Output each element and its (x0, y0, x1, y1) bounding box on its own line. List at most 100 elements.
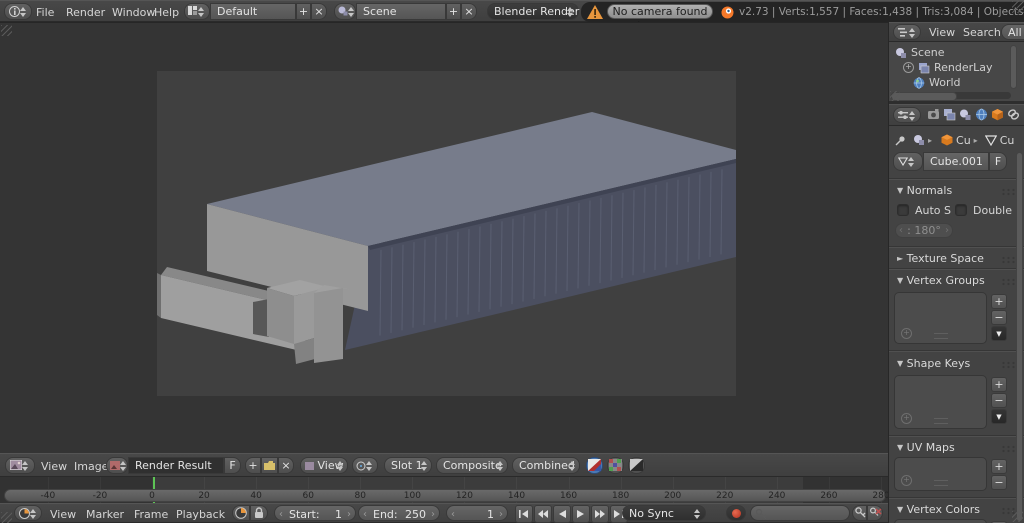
scene-selector-button[interactable] (334, 3, 356, 20)
decrement-arrow[interactable]: ‹ (363, 507, 367, 522)
editor-type-button-image[interactable] (5, 457, 35, 474)
pass-dropdown[interactable]: Combined (512, 457, 580, 474)
screen-layout-button[interactable] (184, 3, 210, 20)
insert-keyframe-button[interactable] (852, 505, 867, 521)
object-cube-icon[interactable] (941, 134, 953, 146)
add-shape-key-button[interactable]: + (991, 377, 1007, 392)
prev-keyframe-button[interactable] (534, 505, 552, 523)
tab-object-icon[interactable] (991, 108, 1004, 121)
breadcrumb-data-label[interactable]: Cu (1000, 134, 1015, 147)
jump-start-button[interactable] (515, 505, 533, 523)
list-resize-grip[interactable] (933, 333, 948, 339)
new-image-button[interactable]: + (245, 457, 261, 474)
draw-alpha-toggle[interactable] (607, 457, 624, 474)
add-screen-button[interactable]: + (296, 3, 311, 20)
add-vertex-group-button[interactable]: + (991, 294, 1007, 309)
unlink-image-button[interactable]: × (278, 457, 294, 474)
panel-drag-grip[interactable] (1001, 256, 1016, 264)
menu-image[interactable]: Image (74, 460, 108, 473)
area-corner-grip[interactable] (1, 512, 12, 523)
panel-header-normals[interactable]: ▼ Normals (897, 184, 952, 197)
remove-shape-key-button[interactable]: − (991, 393, 1007, 408)
add-uv-map-button[interactable]: + (991, 459, 1007, 474)
render-engine-dropdown[interactable]: Blender Render (487, 3, 579, 20)
screen-layout-name[interactable]: Default (210, 3, 296, 20)
current-frame-field[interactable]: ‹ 1 › (446, 505, 508, 521)
smooth-angle-slider[interactable]: ‹ : 180° › (895, 223, 953, 238)
tab-world-icon[interactable] (975, 108, 988, 121)
double-sided-checkbox[interactable] (955, 204, 967, 216)
editor-type-button-timeline[interactable] (14, 505, 42, 521)
outliner-vertical-scrollbar[interactable] (1010, 45, 1017, 89)
area-corner-grip[interactable] (1012, 1, 1024, 13)
close-scene-button[interactable]: × (461, 3, 477, 20)
fake-user-button[interactable]: F (989, 152, 1007, 171)
record-button[interactable] (726, 505, 746, 521)
uv-maps-list[interactable]: + (894, 457, 987, 491)
tab-constraints-icon[interactable] (1007, 108, 1020, 121)
slot-dropdown[interactable]: Slot 1 (384, 457, 432, 474)
menu-marker[interactable]: Marker (86, 508, 124, 521)
shape-keys-list[interactable]: + (894, 375, 987, 429)
tab-render-layers-icon[interactable] (943, 108, 956, 121)
next-keyframe-button[interactable] (591, 505, 609, 523)
vertex-group-specials-button[interactable]: ▼ (991, 326, 1007, 341)
area-corner-grip[interactable] (1012, 511, 1023, 522)
outliner-horizontal-scrollbar[interactable] (891, 92, 957, 101)
pivot-dropdown[interactable] (352, 457, 378, 474)
lock-toggle[interactable] (250, 505, 268, 521)
open-image-button[interactable] (261, 457, 278, 474)
pin-icon[interactable] (895, 135, 906, 146)
menu-file[interactable]: File (36, 6, 54, 19)
display-filter-dropdown[interactable]: All Sc (1001, 24, 1024, 40)
panel-drag-grip[interactable] (1001, 445, 1016, 453)
datablock-name-field[interactable]: Cube.001 (923, 152, 989, 171)
image-datablock-button[interactable] (106, 457, 128, 474)
area-corner-grip[interactable] (890, 91, 900, 101)
frame-start-field[interactable]: ‹ Start: 1 › (274, 505, 356, 521)
decrement-arrow[interactable]: ‹ (451, 507, 455, 522)
keying-set-field[interactable] (750, 505, 850, 521)
editor-type-button-outliner[interactable] (893, 24, 921, 40)
expand-toggle[interactable]: + (903, 62, 914, 73)
remove-vertex-group-button[interactable]: − (991, 310, 1007, 325)
editor-type-button-info[interactable] (4, 3, 32, 20)
area-corner-grip[interactable] (1, 25, 12, 36)
draw-rgba-toggle[interactable] (586, 457, 603, 474)
play-reverse-button[interactable] (553, 505, 571, 523)
vertex-colors-list[interactable] (894, 519, 987, 523)
menu-window[interactable]: Window (112, 6, 155, 19)
play-button[interactable] (572, 505, 590, 523)
decrement-arrow[interactable]: ‹ (279, 507, 283, 522)
image-editor-area[interactable] (0, 22, 888, 453)
shape-key-specials-button[interactable]: ▼ (991, 409, 1007, 424)
auto-smooth-checkbox[interactable] (897, 204, 909, 216)
sync-mode-dropdown[interactable]: No Sync (622, 505, 706, 521)
frame-end-field[interactable]: ‹ End: 250 › (358, 505, 440, 521)
menu-help[interactable]: Help (154, 6, 179, 19)
realtime-playback-toggle[interactable] (232, 505, 250, 521)
layer-dropdown[interactable]: Composite (436, 457, 508, 474)
menu-playback[interactable]: Playback (176, 508, 225, 521)
delete-keyframe-button[interactable] (867, 505, 883, 521)
vertex-groups-list[interactable]: + (894, 292, 987, 344)
scene-icon[interactable] (913, 134, 925, 146)
outliner-item-world[interactable]: World (913, 76, 961, 89)
panel-header-vertex-groups[interactable]: ▼ Vertex Groups (897, 274, 985, 287)
panel-drag-grip[interactable] (1001, 278, 1016, 286)
panel-drag-grip[interactable] (1001, 361, 1016, 369)
mesh-datablock-button[interactable] (893, 152, 923, 171)
panel-header-vertex-colors[interactable]: ▼ Vertex Colors (897, 503, 980, 516)
panel-drag-grip[interactable] (1001, 188, 1016, 196)
list-resize-grip[interactable] (933, 418, 948, 424)
timeline-canvas[interactable]: -40 -20 0 20 40 60 80 100 120 140 160 180 200 220 240 2… (0, 477, 888, 503)
tab-scene-icon[interactable] (959, 108, 972, 121)
outliner-hscroll-track[interactable] (891, 92, 1011, 101)
view-mode-dropdown[interactable]: View (300, 457, 348, 474)
panel-header-shape-keys[interactable]: ▼ Shape Keys (897, 357, 970, 370)
close-screen-button[interactable]: × (311, 3, 327, 20)
properties-vertical-scrollbar[interactable] (1016, 152, 1023, 522)
image-name-field[interactable]: Render Result (128, 457, 224, 474)
draw-zbuffer-toggle[interactable] (628, 457, 645, 474)
panel-header-texture-space[interactable]: ► Texture Space (897, 252, 984, 265)
